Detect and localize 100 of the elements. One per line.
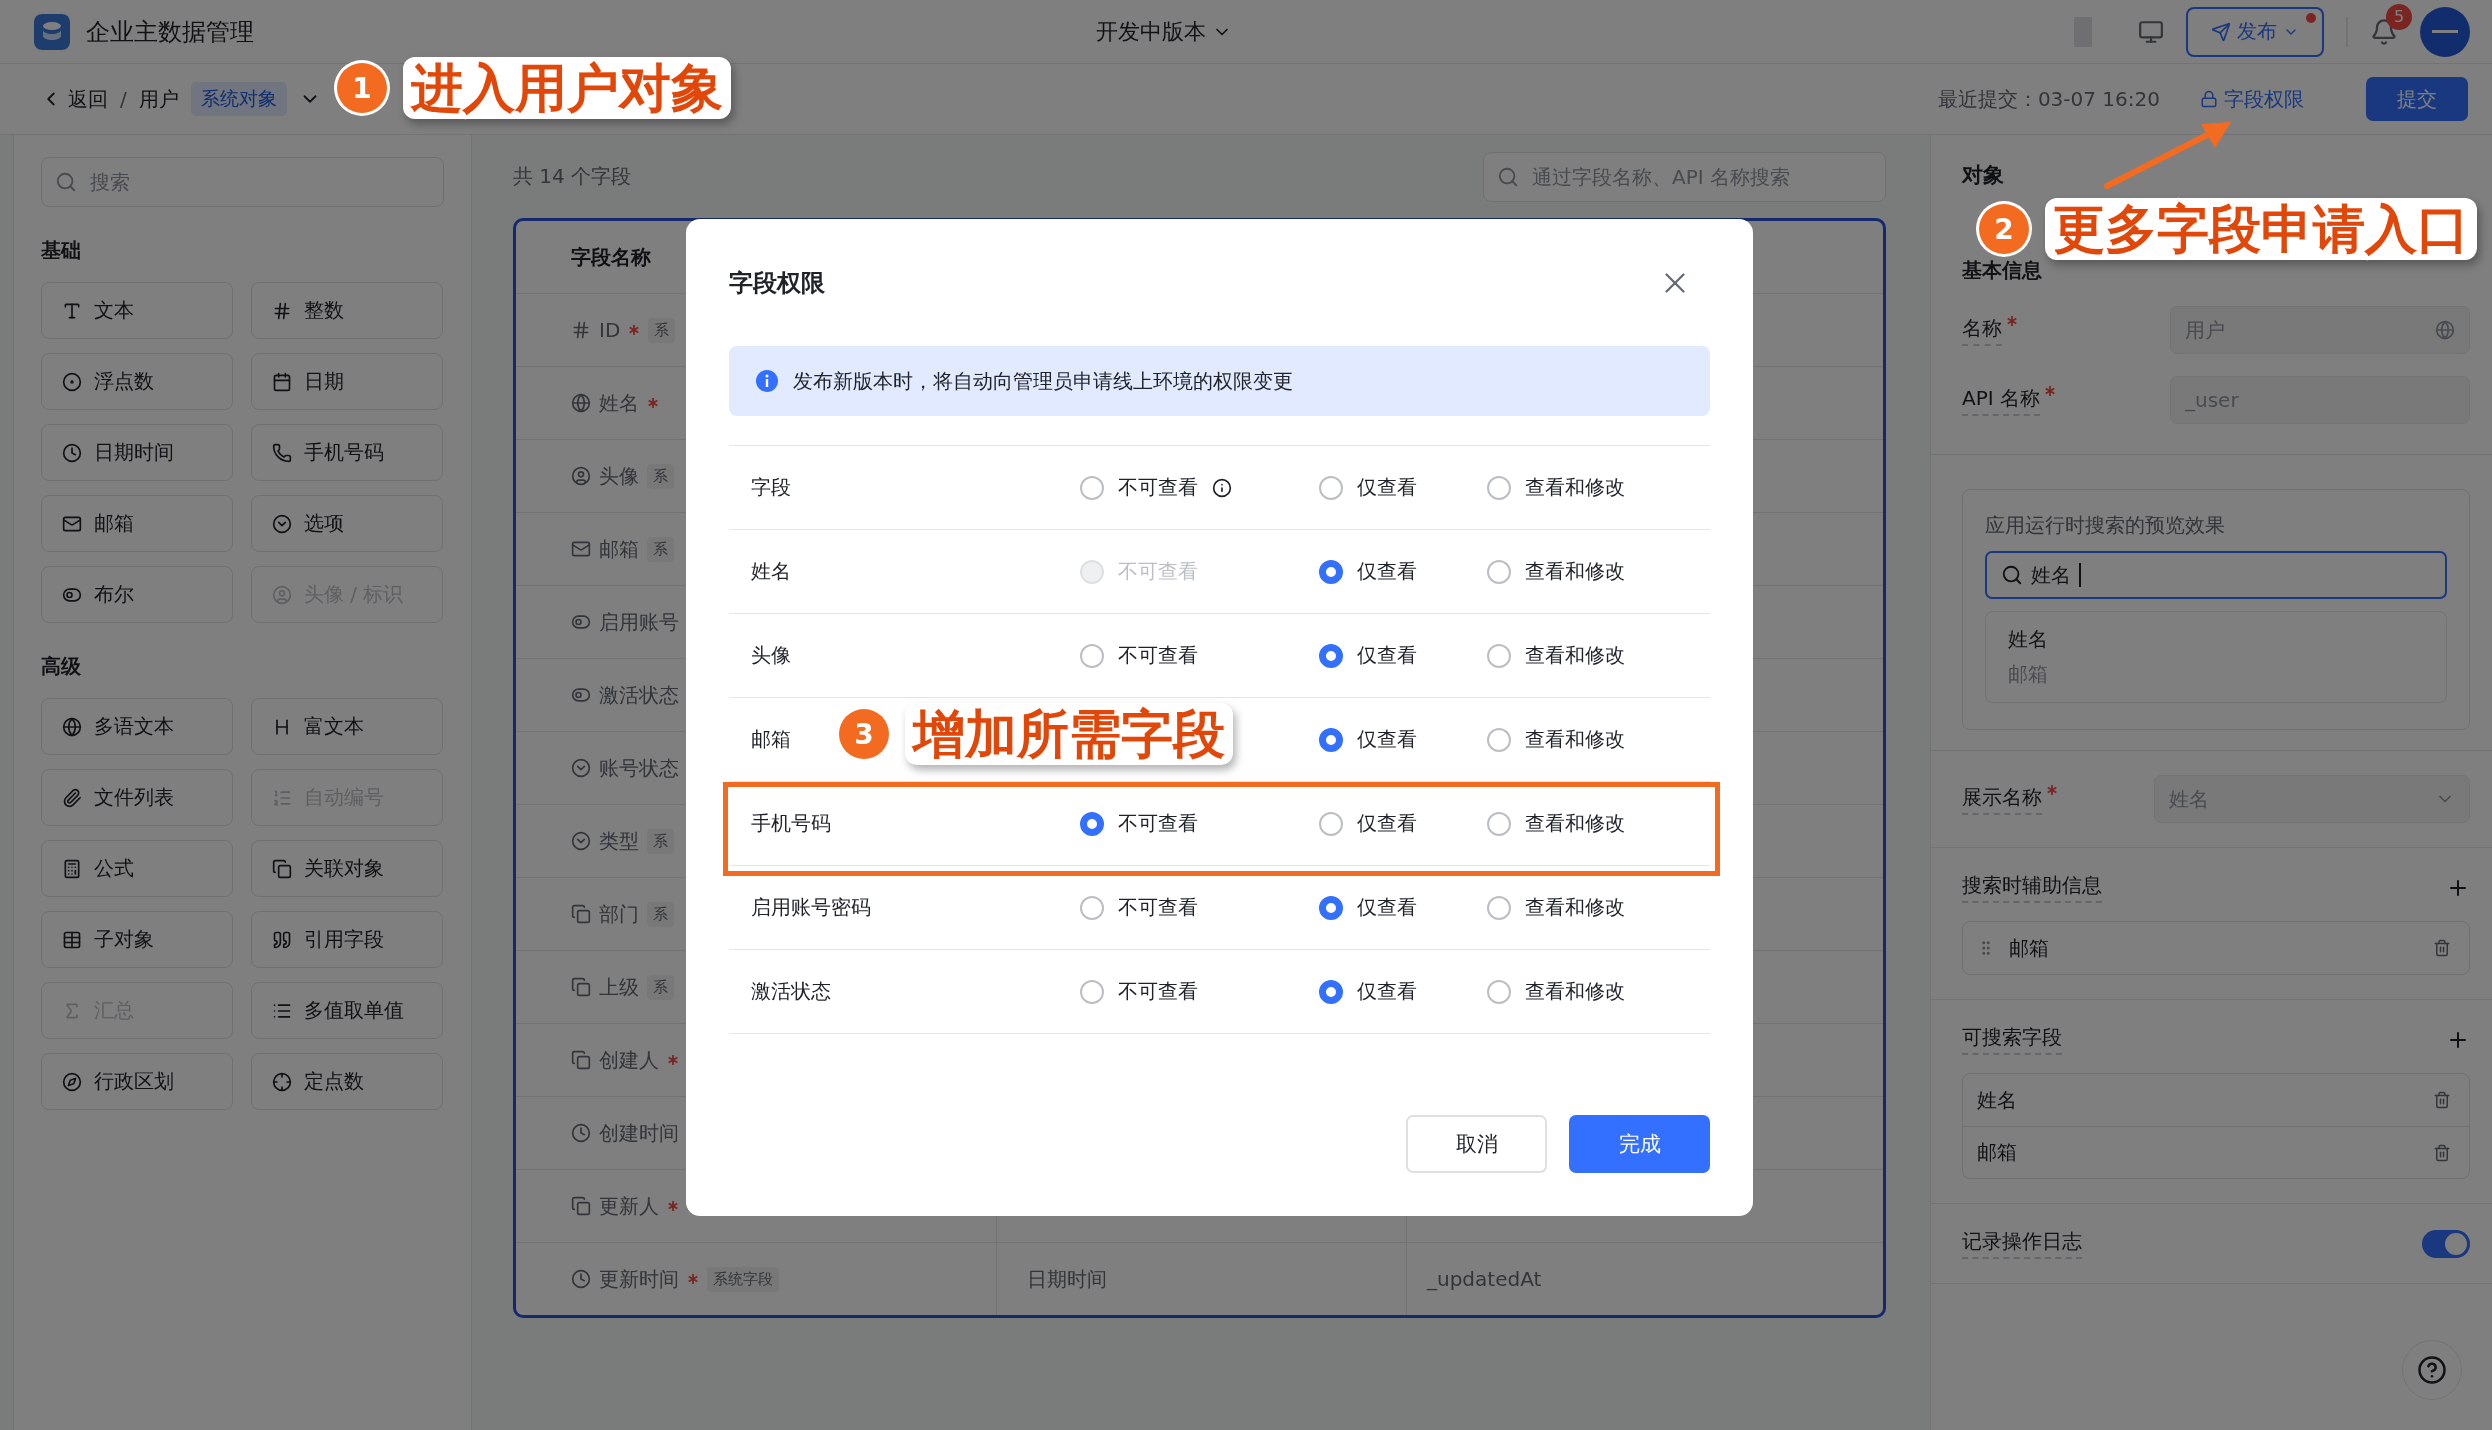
radio-label: 仅查看 xyxy=(1357,978,1417,1005)
field-type-button[interactable]: 定点数 xyxy=(251,1053,443,1110)
radio-button[interactable] xyxy=(1080,475,1104,500)
radio-button[interactable] xyxy=(1319,559,1343,584)
cancel-button[interactable]: 取消 xyxy=(1406,1115,1547,1173)
search-field[interactable]: 搜索 xyxy=(41,157,444,207)
field-name: 启用账号 xyxy=(599,608,679,636)
field-type-button[interactable]: 行政区划 xyxy=(41,1053,233,1110)
search-field[interactable]: 通过字段名称、API 名称搜索 xyxy=(1483,151,1886,202)
field-type-button[interactable]: 日期 xyxy=(251,353,443,410)
radio-button[interactable] xyxy=(1487,727,1511,752)
field-permissions-link[interactable]: 字段权限 xyxy=(2200,85,2304,113)
list-item: 邮箱 xyxy=(1977,1139,2018,1166)
field-type-button[interactable]: 文件列表 xyxy=(41,769,233,826)
avatar[interactable] xyxy=(2420,6,2470,57)
field-type-button[interactable]: 选项 xyxy=(251,495,443,552)
copy-icon xyxy=(571,1196,591,1216)
radio-label: 仅查看 xyxy=(1357,558,1417,585)
radio-button[interactable] xyxy=(1319,727,1343,752)
publish-button[interactable]: 发布 xyxy=(2186,6,2324,57)
field-name: 部门 xyxy=(599,900,639,928)
radio-label: 查看和修改 xyxy=(1525,726,1625,753)
field-tag: 系 xyxy=(647,536,674,562)
field-type-button[interactable]: 多语文本 xyxy=(41,698,233,755)
radio-button[interactable] xyxy=(1319,979,1343,1004)
result-subtitle: 邮箱 xyxy=(2008,661,2049,688)
radio-label: 不可查看 xyxy=(1118,642,1198,669)
field-tag: 系 xyxy=(647,828,674,854)
dialog-title: 字段权限 xyxy=(729,267,825,299)
radio-button[interactable] xyxy=(1487,895,1511,920)
field-type-button[interactable]: 邮箱 xyxy=(41,495,233,552)
permission-label: 手机号码 xyxy=(751,810,831,837)
search-icon xyxy=(55,171,77,193)
field-name: 邮箱 xyxy=(599,535,639,563)
callout-text: 增加所需字段 xyxy=(905,703,1233,766)
globe-icon xyxy=(62,716,82,737)
field-type-button[interactable]: 公式 xyxy=(41,840,233,897)
trash-icon[interactable] xyxy=(2433,1091,2451,1109)
radio-label: 查看和修改 xyxy=(1525,894,1625,921)
dot-icon xyxy=(62,371,82,392)
confirm-button[interactable]: 完成 xyxy=(1569,1115,1710,1173)
radio-button[interactable] xyxy=(1080,895,1104,920)
permission-label: 字段 xyxy=(751,474,791,501)
section-title: 基本信息 xyxy=(1962,257,2042,284)
toggle-switch[interactable] xyxy=(2422,1229,2470,1258)
table-cell: 日期时间 xyxy=(1027,1265,1107,1293)
back-link[interactable]: 返回 xyxy=(40,85,108,113)
field-type-button[interactable]: 整数 xyxy=(251,282,443,339)
field-type-button[interactable]: 子对象 xyxy=(41,911,233,968)
radio-label: 仅查看 xyxy=(1357,642,1417,669)
radio-button[interactable] xyxy=(1319,643,1343,668)
version-dropdown[interactable]: 开发中版本 xyxy=(1096,16,1232,47)
help-icon xyxy=(2417,1355,2447,1385)
field-name: 创建时间 xyxy=(599,1119,679,1147)
field-type-button[interactable]: 关联对象 xyxy=(251,840,443,897)
chevron-circle-icon xyxy=(571,758,591,778)
trash-icon[interactable] xyxy=(2433,1143,2451,1162)
radio-label: 仅查看 xyxy=(1357,810,1417,837)
radio-button[interactable] xyxy=(1487,811,1511,836)
copy-icon xyxy=(571,904,591,924)
radio-button[interactable] xyxy=(1487,559,1511,584)
monitor-icon[interactable] xyxy=(2138,18,2164,45)
object-tag: 系统对象 xyxy=(190,82,287,116)
quote-icon xyxy=(272,929,292,950)
field-type-button[interactable]: 手机号码 xyxy=(251,424,443,481)
field-type-button[interactable]: 文本 xyxy=(41,282,233,339)
radio-button[interactable] xyxy=(1080,979,1104,1004)
app-logo-icon xyxy=(34,13,70,50)
mail-icon xyxy=(571,539,591,559)
radio-button[interactable] xyxy=(1080,643,1104,668)
info-icon xyxy=(755,369,779,393)
radio-button[interactable] xyxy=(1487,643,1511,668)
permission-label: 姓名 xyxy=(751,558,791,585)
field-tag: 系 xyxy=(647,901,674,927)
step-badge: 1 xyxy=(337,63,387,114)
hash-icon xyxy=(272,300,292,321)
radio-button[interactable] xyxy=(1319,895,1343,920)
field-type-button[interactable]: 多值取单值 xyxy=(251,982,443,1039)
search-field[interactable]: 姓名 xyxy=(1985,551,2447,599)
radio-button[interactable] xyxy=(1487,475,1511,500)
radio-button[interactable] xyxy=(1487,979,1511,1004)
field-type-button[interactable]: 日期时间 xyxy=(41,424,233,481)
field-label: 展示名称 xyxy=(1962,783,2042,815)
radio-button[interactable] xyxy=(1080,811,1104,836)
field-name: 头像 xyxy=(599,462,639,490)
field-type-button[interactable]: 引用字段 xyxy=(251,911,443,968)
trash-icon[interactable] xyxy=(2433,939,2451,957)
field-type-button[interactable]: 浮点数 xyxy=(41,353,233,410)
app-title: 企业主数据管理 xyxy=(86,16,254,48)
breadcrumb-separator: / xyxy=(120,87,127,111)
object-name: 用户 xyxy=(138,85,179,113)
field-type-button[interactable]: 布尔 xyxy=(41,566,233,623)
radio-button[interactable] xyxy=(1319,475,1343,500)
send-icon xyxy=(2211,21,2231,42)
notification-dot xyxy=(2306,12,2316,23)
user-circle-icon xyxy=(272,584,292,605)
permission-label: 启用账号密码 xyxy=(751,894,871,921)
submit-button[interactable]: 提交 xyxy=(2366,77,2468,121)
field-type-button[interactable]: 富文本 xyxy=(251,698,443,755)
radio-button[interactable] xyxy=(1319,811,1343,836)
